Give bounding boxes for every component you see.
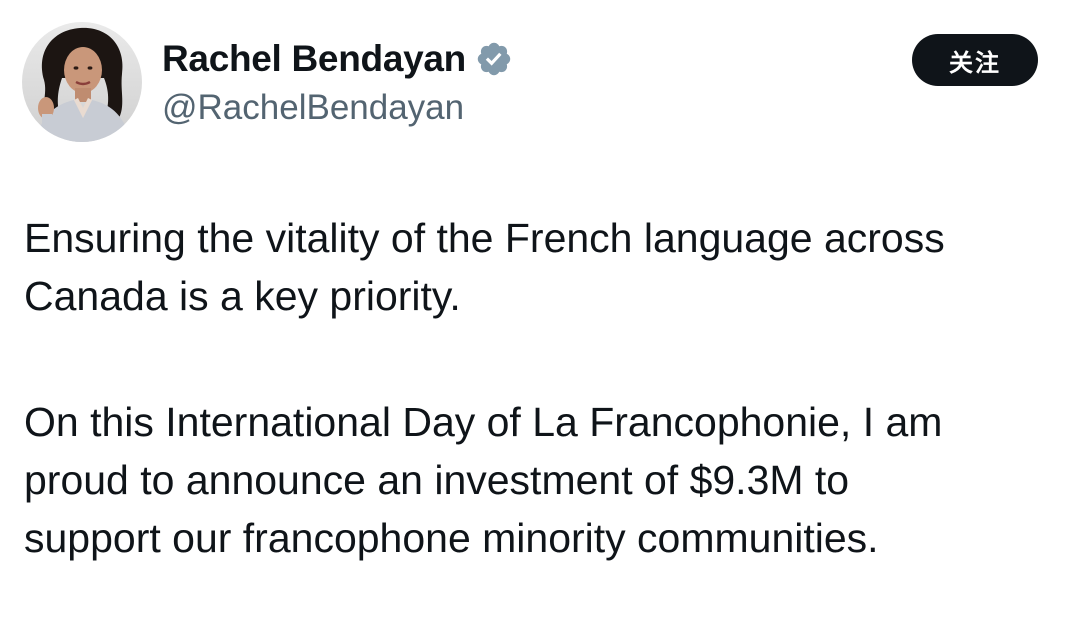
author-handle[interactable]: @RachelBendayan [162,88,464,128]
tweet-line: Ensuring the vitality of the French lang… [24,215,945,261]
verified-badge-icon [475,40,513,78]
avatar[interactable] [22,22,142,142]
tweet-line: Canada is a key priority. [24,273,461,319]
tweet-line: support our francophone minority communi… [24,515,879,561]
tweet-paragraph-2: On this International Day of La Francoph… [24,393,1064,567]
author-display-name[interactable]: Rachel Bendayan [162,38,466,80]
tweet-paragraph-1: Ensuring the vitality of the French lang… [24,209,1064,325]
tweet-card: Rachel Bendayan @RachelBendayan 关注 Ensur… [0,0,1080,622]
tweet-line: On this International Day of La Francoph… [24,399,943,445]
author-name-row: Rachel Bendayan [162,36,513,82]
avatar-image [22,22,142,142]
follow-button[interactable]: 关注 [912,34,1038,86]
tweet-line: proud to announce an investment of $9.3M… [24,457,850,503]
